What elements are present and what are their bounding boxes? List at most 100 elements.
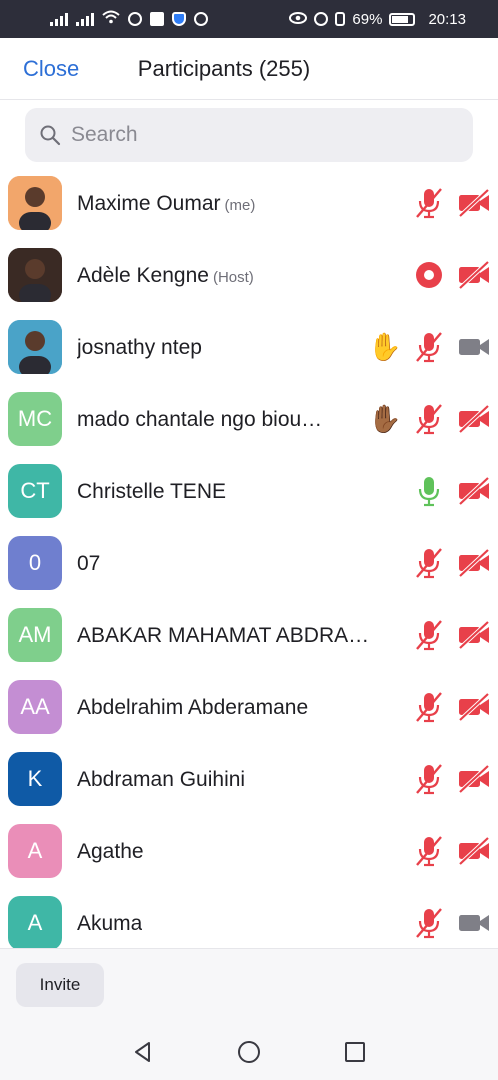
microphone-muted-icon[interactable] — [412, 184, 446, 222]
participant-row[interactable]: AM ABAKAR MAHAMAT ABDRA… — [0, 600, 498, 672]
participant-row[interactable]: K Abdraman Guihini — [0, 744, 498, 816]
participant-name: 07 — [77, 552, 101, 575]
battery-icon — [389, 12, 416, 26]
microphone-muted-icon[interactable] — [412, 616, 446, 654]
participant-name-block: Akuma — [77, 912, 142, 936]
invite-button[interactable]: Invite — [16, 963, 104, 1007]
video-camera-off-icon[interactable] — [457, 688, 491, 726]
header: Close Participants (255) — [0, 38, 498, 100]
participant-row[interactable]: 0 07 — [0, 528, 498, 600]
participant-name: Christelle TENE — [77, 480, 226, 503]
participant-name: ABAKAR MAHAMAT ABDRA… — [77, 624, 370, 647]
home-icon[interactable] — [236, 1039, 262, 1065]
microphone-muted-icon[interactable] — [412, 832, 446, 870]
battery-text: 69% — [352, 10, 383, 28]
microphone-muted-icon[interactable] — [412, 400, 446, 438]
system-nav-bar — [0, 1024, 498, 1080]
participant-row[interactable]: Adèle Kengne (Host) — [0, 240, 498, 312]
video-camera-off-icon[interactable] — [457, 544, 491, 582]
participant-role: (Host) — [212, 269, 254, 286]
raised-hand-icon: ✋🏾 — [368, 404, 402, 434]
participant-row[interactable]: A Agathe — [0, 816, 498, 888]
microphone-icon[interactable] — [412, 472, 446, 510]
avatar: AM — [8, 608, 62, 662]
search-bar[interactable] — [25, 108, 473, 162]
participant-row[interactable]: MC mado chantale ngo biou… ✋🏾 — [0, 384, 498, 456]
participant-name: Adèle Kengne — [77, 264, 209, 287]
shield-icon — [172, 12, 186, 26]
wifi-icon — [102, 10, 120, 29]
avatar-initials: MC — [17, 406, 53, 431]
participant-name: josnathy ntep — [77, 336, 202, 359]
video-camera-icon[interactable] — [457, 904, 491, 942]
recents-icon[interactable] — [342, 1039, 368, 1065]
avatar-initials: AM — [18, 622, 52, 647]
avatar: A — [8, 896, 62, 948]
video-camera-off-icon[interactable] — [457, 832, 491, 870]
status-left-icons — [14, 10, 289, 29]
participant-name: Akuma — [77, 912, 143, 935]
video-camera-off-icon[interactable] — [457, 400, 491, 438]
microphone-muted-icon[interactable] — [412, 904, 446, 942]
status-right-icons: 69% 20:13 — [289, 11, 484, 28]
participant-name-block: 07 — [77, 552, 100, 576]
avatar-initials: CT — [20, 478, 50, 503]
video-camera-off-icon[interactable] — [457, 472, 491, 510]
video-camera-off-icon[interactable] — [457, 760, 491, 798]
clock: 20:13 — [428, 10, 466, 28]
search-input[interactable] — [71, 123, 441, 147]
participant-row[interactable]: Maxime Oumar (me) — [0, 168, 498, 240]
back-icon[interactable] — [130, 1039, 156, 1065]
video-camera-icon[interactable] — [457, 328, 491, 366]
avatar — [8, 248, 62, 302]
participant-list[interactable]: Maxime Oumar (me) Adèle Kengne (Host) josnat… — [0, 168, 498, 948]
participant-name: Abdelrahim Abderamane — [77, 696, 309, 719]
avatar — [8, 320, 62, 374]
raised-hand-icon: ✋ — [368, 332, 402, 362]
avatar: K — [8, 752, 62, 806]
participant-name-block: mado chantale ngo biou… — [77, 408, 322, 432]
avatar-initials: 0 — [28, 550, 42, 575]
eye-icon — [289, 11, 308, 28]
avatar: CT — [8, 464, 62, 518]
participant-role: (me) — [224, 197, 256, 214]
avatar-initials: A — [27, 838, 43, 863]
microphone-muted-icon[interactable] — [412, 688, 446, 726]
notification-icon — [128, 12, 142, 26]
avatar-initials: K — [27, 766, 43, 791]
alarm-icon — [314, 12, 329, 26]
avatar — [8, 176, 62, 230]
participant-name: Agathe — [77, 840, 144, 863]
footer: Invite — [0, 948, 498, 1024]
app-icon — [194, 12, 208, 26]
participant-name-block: josnathy ntep — [77, 336, 202, 360]
video-camera-off-icon[interactable] — [457, 256, 491, 294]
participant-name-block: Maxime Oumar (me) — [77, 192, 255, 216]
video-camera-off-icon[interactable] — [457, 184, 491, 222]
participant-row[interactable]: CT Christelle TENE — [0, 456, 498, 528]
microphone-muted-icon[interactable] — [412, 760, 446, 798]
participant-name-block: Abdraman Guihini — [77, 768, 245, 792]
participant-name: Abdraman Guihini — [77, 768, 246, 791]
participant-row[interactable]: josnathy ntep ✋ — [0, 312, 498, 384]
avatar-initials: AA — [20, 694, 50, 719]
avatar-initials: A — [27, 910, 43, 935]
participant-name-block: ABAKAR MAHAMAT ABDRA… — [77, 624, 369, 648]
avatar: A — [8, 824, 62, 878]
video-camera-off-icon[interactable] — [457, 616, 491, 654]
participant-name-block: Agathe — [77, 840, 144, 864]
participant-name: mado chantale ngo biou… — [77, 408, 323, 431]
record-icon[interactable] — [412, 256, 446, 294]
participant-name: Maxime Oumar — [77, 192, 221, 215]
participant-row[interactable]: AA Abdelrahim Abderamane — [0, 672, 498, 744]
avatar: AA — [8, 680, 62, 734]
vibrate-icon — [335, 12, 346, 26]
microphone-muted-icon[interactable] — [412, 544, 446, 582]
microphone-muted-icon[interactable] — [412, 328, 446, 366]
signal-2-icon — [76, 12, 94, 26]
participant-row[interactable]: A Akuma — [0, 888, 498, 948]
participant-name-block: Adèle Kengne (Host) — [77, 264, 254, 288]
status-bar: 69% 20:13 — [0, 0, 498, 38]
avatar: 0 — [8, 536, 62, 590]
page-title: Participants (255) — [137, 56, 311, 81]
